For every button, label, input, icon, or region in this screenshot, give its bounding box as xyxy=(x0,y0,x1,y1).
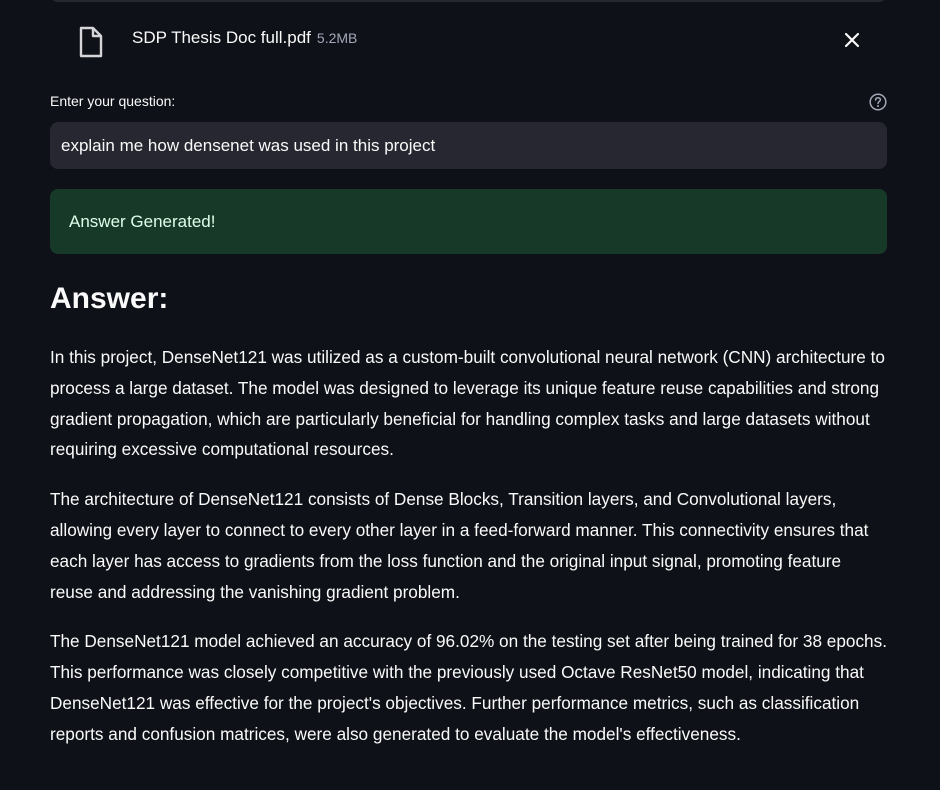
success-alert: Answer Generated! xyxy=(50,189,887,254)
file-size: 5.2MB xyxy=(316,30,358,46)
remove-file-button[interactable] xyxy=(840,28,864,52)
success-message: Answer Generated! xyxy=(69,211,216,231)
answer-body: In this project, DenseNet121 was utilize… xyxy=(50,342,887,769)
answer-paragraph-1: In this project, DenseNet121 was utilize… xyxy=(50,347,885,460)
uploaded-file-name: SDP Thesis Doc full.pdf 5.2MB xyxy=(132,28,357,48)
close-icon[interactable] xyxy=(840,32,864,56)
answer-heading: Answer: xyxy=(50,282,169,315)
file-icon xyxy=(78,26,104,58)
answer-paragraph-2: The architecture of DenseNet121 consists… xyxy=(50,489,869,602)
file-uploader-dropzone-edge xyxy=(50,0,887,2)
question-input[interactable] xyxy=(50,122,887,169)
uploaded-file-row: SDP Thesis Doc full.pdf 5.2MB xyxy=(50,18,887,64)
file-name-text: SDP Thesis Doc full.pdf xyxy=(132,28,311,47)
answer-paragraph-3: The DenseNet121 model achieved an accura… xyxy=(50,631,887,744)
question-label: Enter your question: xyxy=(50,93,176,109)
question-circle-icon[interactable] xyxy=(869,93,887,111)
